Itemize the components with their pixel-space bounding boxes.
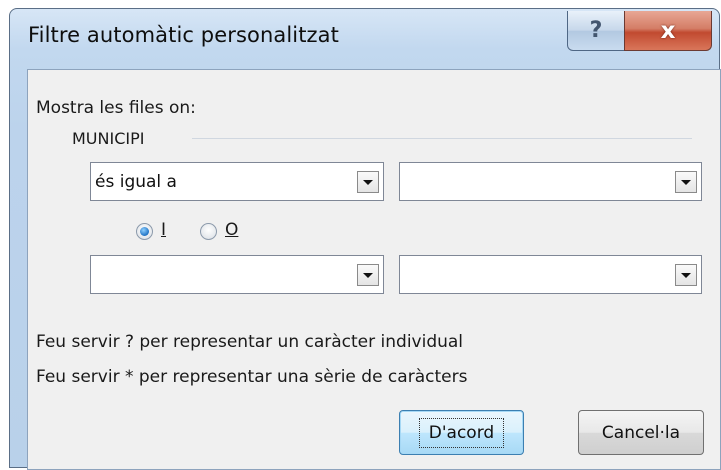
group-separator [192,138,692,139]
cancel-button[interactable]: Cancel·la [578,410,704,455]
or-radio-label[interactable]: O [225,220,238,240]
hint-multi-char: Feu servir * per representar una sèrie d… [36,367,468,387]
ok-button-label: D'acord [418,417,505,448]
cancel-button-label: Cancel·la [601,422,681,443]
chevron-down-icon [681,179,691,185]
intro-label: Mostra les files on: [36,98,196,118]
dialog-window: Filtre automàtic personalitzat ? x Mostr… [9,8,721,470]
criteria1-value-select[interactable] [399,162,702,201]
dialog-body: Mostra les files on: MUNICIPI és igual a… [27,69,721,470]
criteria1-value-dropdown-arrow[interactable] [675,171,697,193]
help-icon: ? [589,18,603,43]
chevron-down-icon [681,272,691,278]
close-icon: x [660,17,676,44]
and-radio[interactable] [136,223,153,240]
criteria2-value-select[interactable] [399,255,702,294]
criteria1-operator-dropdown-arrow[interactable] [357,171,379,193]
chevron-down-icon [363,179,373,185]
close-button[interactable]: x [624,11,712,51]
criteria1-operator-value: és igual a [95,172,177,192]
help-button[interactable]: ? [567,11,625,51]
or-radio[interactable] [200,223,217,240]
field-name-label: MUNICIPI [72,129,145,148]
ok-button[interactable]: D'acord [399,410,524,455]
window-title: Filtre automàtic personalitzat [28,23,339,47]
criteria2-operator-select[interactable] [90,255,384,294]
chevron-down-icon [363,272,373,278]
criteria2-operator-dropdown-arrow[interactable] [357,264,379,286]
criteria2-value-dropdown-arrow[interactable] [675,264,697,286]
hint-single-char: Feu servir ? per representar un caràcter… [36,332,464,352]
and-radio-label[interactable]: I [161,220,166,240]
criteria1-operator-select[interactable]: és igual a [90,162,384,201]
